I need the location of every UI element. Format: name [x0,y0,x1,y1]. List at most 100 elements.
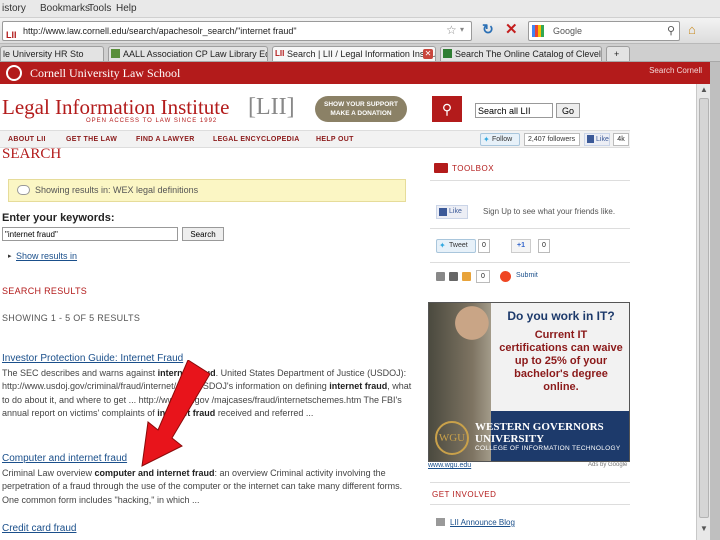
reddit-icon[interactable] [500,271,511,282]
page-title: SEARCH [2,146,62,162]
url-bar[interactable]: LII http://www.law.cornell.edu/search/ap… [2,21,472,41]
tab-lii-search[interactable]: LII Search | LII / Legal Information Ins… [272,46,436,61]
donate-line-2: MAKE A DONATION [330,110,392,117]
aall-favicon [111,49,120,58]
result-title-credit-card-fraud[interactable]: Credit card fraud [2,523,76,534]
red-arrow-annotation [141,360,210,467]
nav-legal-encyclopedia[interactable]: LEGAL ENCYCLOPEDIA [213,136,300,143]
twitter-bird-icon: ✦ [439,241,446,250]
search-engine-box[interactable]: Google ⚲ [528,21,680,41]
menu-bookmarks[interactable]: Bookmarks [40,3,90,14]
toolbox-header: TOOLBOX [430,160,630,176]
nav-get-the-law[interactable]: GET THE LAW [66,136,117,143]
facebook-icon [587,135,594,143]
tweet-count: 0 [478,239,490,253]
results-scope-banner: Showing results in: WEX legal definition… [8,179,406,202]
toolbox-icon [434,163,448,173]
dropdown-icon[interactable]: ▾ [460,25,464,34]
google-icon [532,25,544,37]
lii-favicon: LII [6,30,17,40]
menu-tools[interactable]: Tools [88,3,111,14]
tab-label: Search | LII / Legal Information Institu… [287,49,436,59]
expand-triangle-icon[interactable]: ▸ [8,252,12,260]
search-engine-label: Google [553,26,583,36]
cornell-seal-icon [6,65,22,81]
search-results-heading: SEARCH RESULTS [2,286,88,296]
keywords-label: Enter your keywords: [2,212,115,224]
divider [430,262,630,263]
ad-question: Do you work in IT? [507,309,615,323]
browser-tab-bar: le University HR Sto AALL Association CP… [0,44,720,62]
keywords-input[interactable] [2,227,178,241]
menu-help[interactable]: Help [116,3,137,14]
close-tab-icon[interactable]: ✕ [423,49,433,59]
ad-domain-link[interactable]: www.wgu.edu [428,462,471,469]
toolbox-label: TOOLBOX [452,164,495,173]
site-search-input[interactable] [475,103,553,118]
search-cornell-link[interactable]: Search Cornell [649,66,702,75]
catalog-favicon [443,49,452,58]
tab-label: le University HR Sto [3,49,84,59]
menu-history[interactable]: istory [2,3,26,14]
home-icon[interactable]: ⌂ [688,22,696,37]
facebook-like-button[interactable]: Like [436,205,468,219]
vertical-scrollbar[interactable]: ▲ ▼ [696,84,710,540]
ad-school-name: WESTERN GOVERNORS UNIVERSITY [475,421,604,445]
result-title-computer-internet-fraud[interactable]: Computer and internet fraud [2,453,127,464]
lii-announce-blog-link[interactable]: LII Announce Blog [450,518,515,527]
show-results-in-link[interactable]: Show results in [16,251,77,261]
new-tab-button[interactable]: + [606,46,630,61]
facebook-like-button[interactable]: Like [584,133,610,146]
submit-link[interactable]: Submit [516,272,538,279]
facebook-icon [439,208,447,216]
nav-about-lii[interactable]: ABOUT LII [8,136,46,143]
tab-label: Search The Online Catalog of Cleveland..… [455,49,601,59]
donate-button[interactable]: SHOW YOUR SUPPORT MAKE A DONATION [315,96,407,122]
donate-line-1: SHOW YOUR SUPPORT [324,101,398,108]
divider [430,482,630,483]
tweet-button[interactable]: ✦ Tweet [436,239,476,253]
tab-cleveland-catalog[interactable]: Search The Online Catalog of Cleveland..… [440,46,602,61]
lii-logo[interactable]: [LII] [248,94,295,121]
cornell-name[interactable]: Cornell University Law School [30,66,180,81]
wgu-seal-icon: WGU [435,421,469,455]
tab-aall[interactable]: AALL Association CP Law Library Educ... [108,46,268,61]
twitter-bird-icon: ✦ [483,135,490,144]
browser-nav-bar: LII http://www.law.cornell.edu/search/ap… [0,18,720,44]
go-button[interactable]: Go [556,103,580,118]
ad-college: COLLEGE OF INFORMATION TECHNOLOGY [475,445,621,452]
google-plus-button[interactable]: +1 [511,239,531,253]
main-nav: ABOUT LII GET THE LAW FIND A LAWYER LEGA… [0,130,630,148]
divider [430,504,630,505]
print-icon[interactable] [449,272,458,281]
bookmark-star-icon[interactable]: ☆ [446,23,457,37]
cornell-header: Cornell University Law School Search Cor… [0,62,710,84]
stop-icon[interactable]: ✕ [505,20,518,38]
blog-icon [436,518,445,526]
nav-find-a-lawyer[interactable]: FIND A LAWYER [136,136,195,143]
share-x-icon[interactable] [436,272,445,281]
ads-by-google[interactable]: Ads by Google [588,462,627,468]
wgu-advertisement[interactable]: Do you work in IT? Current IT certificat… [428,302,630,462]
magnifier-icon[interactable]: ⚲ [667,24,675,37]
facebook-like-count: 4k [613,133,629,146]
url-text: http://www.law.cornell.edu/search/apache… [23,26,297,36]
site-title[interactable]: Legal Information Institute [2,95,229,120]
share-count: 0 [476,270,490,283]
tab-hr-store[interactable]: le University HR Sto [0,46,104,61]
keywords-search-button[interactable]: Search [182,227,224,241]
reload-icon[interactable]: ↻ [482,21,494,38]
share-plus-icon[interactable] [462,272,471,281]
site-tagline: OPEN ACCESS TO LAW SINCE 1992 [86,118,218,124]
results-count: SHOWING 1 - 5 OF 5 RESULTS [2,313,141,323]
scroll-down-icon[interactable]: ▼ [698,524,710,536]
facebook-signup-text[interactable]: Sign Up to see what your friends like. [483,207,615,216]
lii-tab-favicon: LII [275,49,285,58]
twitter-follow-button[interactable]: ✦ Follow [480,133,520,146]
tab-label: AALL Association CP Law Library Educ... [123,49,267,59]
nav-help-out[interactable]: HELP OUT [316,136,354,143]
ad-text-panel: Do you work in IT? Current IT certificat… [491,303,629,411]
window-edge [710,62,720,540]
scroll-thumb[interactable] [699,98,709,518]
scroll-up-icon[interactable]: ▲ [698,85,710,97]
